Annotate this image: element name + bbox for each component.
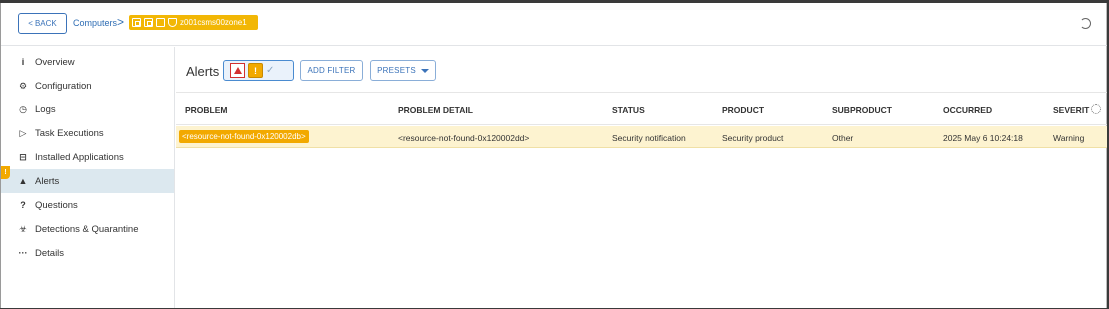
column-header-problem-detail[interactable]: PROBLEM DETAIL [398, 105, 473, 115]
sidebar-item-label: Overview [35, 56, 75, 68]
critical-triangle-icon [233, 67, 242, 74]
column-header-problem[interactable]: PROBLEM [185, 105, 228, 115]
sidebar-item-details[interactable]: ··· Details [1, 241, 174, 265]
column-header-severity[interactable]: SEVERIT [1053, 105, 1089, 115]
check-icon[interactable]: ✓ [266, 65, 274, 76]
computer-name-badge: z001csms00zone1 [129, 15, 258, 30]
chevron-left-icon: < [28, 19, 33, 28]
sidebar-item-label: Task Executions [35, 127, 104, 139]
sidebar-item-overview[interactable]: i Overview [1, 50, 174, 74]
network-icon [156, 18, 165, 27]
sidebar-item-label: Logs [35, 103, 56, 115]
column-header-subproduct[interactable]: SUBPRODUCT [832, 105, 892, 115]
critical-severity-toggle[interactable] [230, 63, 245, 78]
subproduct-cell: Other [832, 133, 854, 143]
back-label: BACK [34, 19, 57, 28]
sidebar-item-questions[interactable]: ? Questions [1, 193, 174, 217]
shield-icon [168, 18, 177, 27]
table-row[interactable]: <resource-not-found-0x120002db> <resourc… [176, 126, 1107, 148]
breadcrumb-computers[interactable]: Computers [73, 18, 117, 28]
sidebar-item-label: Detections & Quarantine [35, 223, 139, 235]
severity-filter[interactable]: ! ✓ [223, 60, 294, 81]
occurred-cell: 2025 May 6 10:24:18 [943, 133, 1023, 143]
column-header-status[interactable]: STATUS [612, 105, 645, 115]
status-cell: Security notification [612, 133, 686, 143]
sidebar-item-label: Installed Applications [35, 151, 124, 163]
sidebar-item-task-executions[interactable]: ▷ Task Executions [1, 121, 174, 145]
add-filter-button[interactable]: ADD FILTER [300, 60, 363, 81]
severity-cell: Warning [1053, 133, 1085, 143]
warning-severity-toggle[interactable]: ! [248, 63, 263, 78]
column-settings-gear-icon[interactable] [1091, 104, 1101, 114]
sidebar-item-label: Configuration [35, 80, 92, 92]
sidebar-item-alerts[interactable]: ▲ Alerts [1, 169, 174, 193]
computer-name: z001csms00zone1 [180, 18, 247, 27]
breadcrumb-separator: > [117, 15, 125, 29]
sidebar: i Overview ⚙ Configuration ◷ Logs ▷ Task… [1, 47, 175, 308]
clock-icon: ◷ [19, 103, 27, 114]
presets-dropdown[interactable]: PRESETS [370, 60, 436, 81]
app-window: < BACK Computers > z001csms00zone1 i Ove… [0, 3, 1107, 308]
warning-icon: ▲ [18, 176, 28, 186]
computer-icon [132, 18, 141, 27]
play-icon: ▷ [19, 127, 27, 138]
biohazard-icon: ☣ [18, 223, 28, 234]
back-button[interactable]: < BACK [18, 13, 67, 34]
grid-icon [144, 18, 153, 27]
column-header-product[interactable]: PRODUCT [722, 105, 764, 115]
gear-icon: ⚙ [18, 80, 28, 91]
sidebar-item-installed-applications[interactable]: ⊟ Installed Applications [1, 145, 174, 169]
table-header: PROBLEM PROBLEM DETAIL STATUS PRODUCT SU… [176, 92, 1107, 125]
page-title: Alerts [186, 64, 220, 79]
main-panel: Alerts ! ✓ ADD FILTER PRESETS PROBLEM PR… [176, 47, 1107, 308]
alert-count-badge: ! [1, 166, 10, 179]
product-cell: Security product [722, 133, 784, 143]
more-icon: ··· [18, 248, 28, 258]
question-icon: ? [20, 200, 26, 210]
chevron-down-icon [420, 68, 429, 73]
column-header-occurred[interactable]: OCCURRED [943, 105, 992, 115]
refresh-icon[interactable] [1080, 18, 1091, 29]
problem-detail-cell: <resource-not-found-0x120002dd> [398, 133, 530, 143]
sidebar-item-detections-quarantine[interactable]: ☣ Detections & Quarantine [1, 217, 174, 241]
sidebar-item-logs[interactable]: ◷ Logs [1, 97, 174, 121]
presets-label: PRESETS [377, 66, 416, 75]
sidebar-item-label: Alerts [35, 175, 60, 187]
info-icon: i [21, 57, 25, 67]
top-bar: < BACK Computers > z001csms00zone1 [1, 3, 1107, 46]
problem-cell[interactable]: <resource-not-found-0x120002db> [179, 130, 309, 143]
sidebar-item-label: Details [35, 247, 65, 259]
sidebar-item-configuration[interactable]: ⚙ Configuration [1, 74, 174, 98]
apps-icon: ⊟ [19, 151, 27, 162]
sidebar-item-label: Questions [35, 199, 78, 211]
